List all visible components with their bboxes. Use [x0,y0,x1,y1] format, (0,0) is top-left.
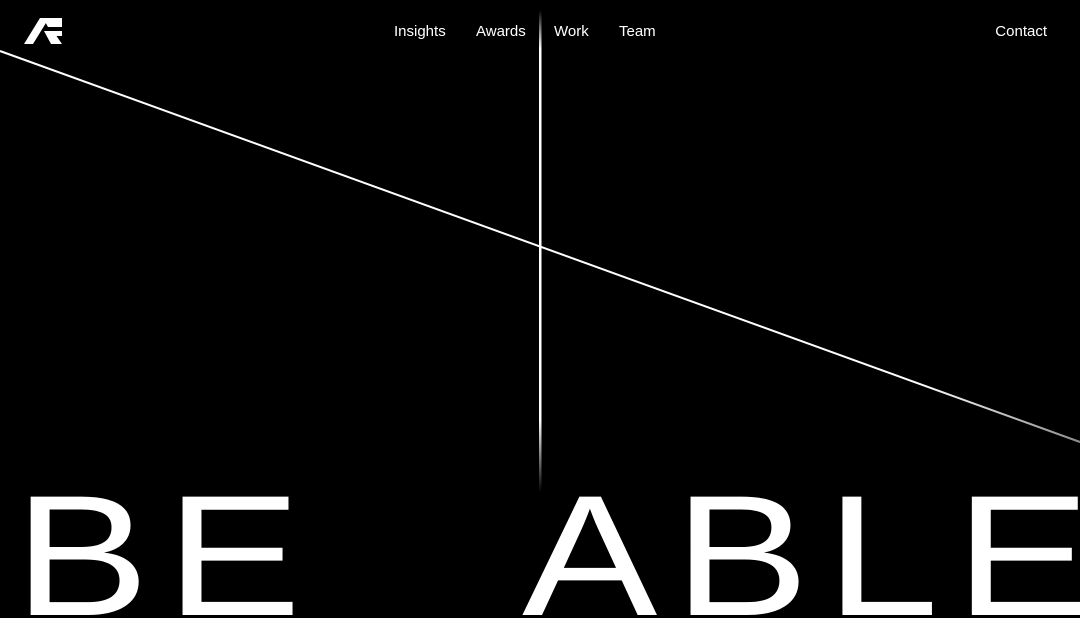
diagonal-line [0,50,1080,443]
hero-word-left: BE [14,460,318,618]
nav-item-team[interactable]: Team [619,22,656,42]
vertical-line [539,10,542,492]
brand-logo-icon [24,18,62,44]
brand-logo[interactable] [24,18,62,44]
hero-word-right: ABLE [522,460,1080,618]
nav-item-awards[interactable]: Awards [476,22,526,42]
nav-item-insights[interactable]: Insights [394,22,446,42]
contact-link[interactable]: Contact [995,22,1047,42]
nav-item-work[interactable]: Work [554,22,589,42]
